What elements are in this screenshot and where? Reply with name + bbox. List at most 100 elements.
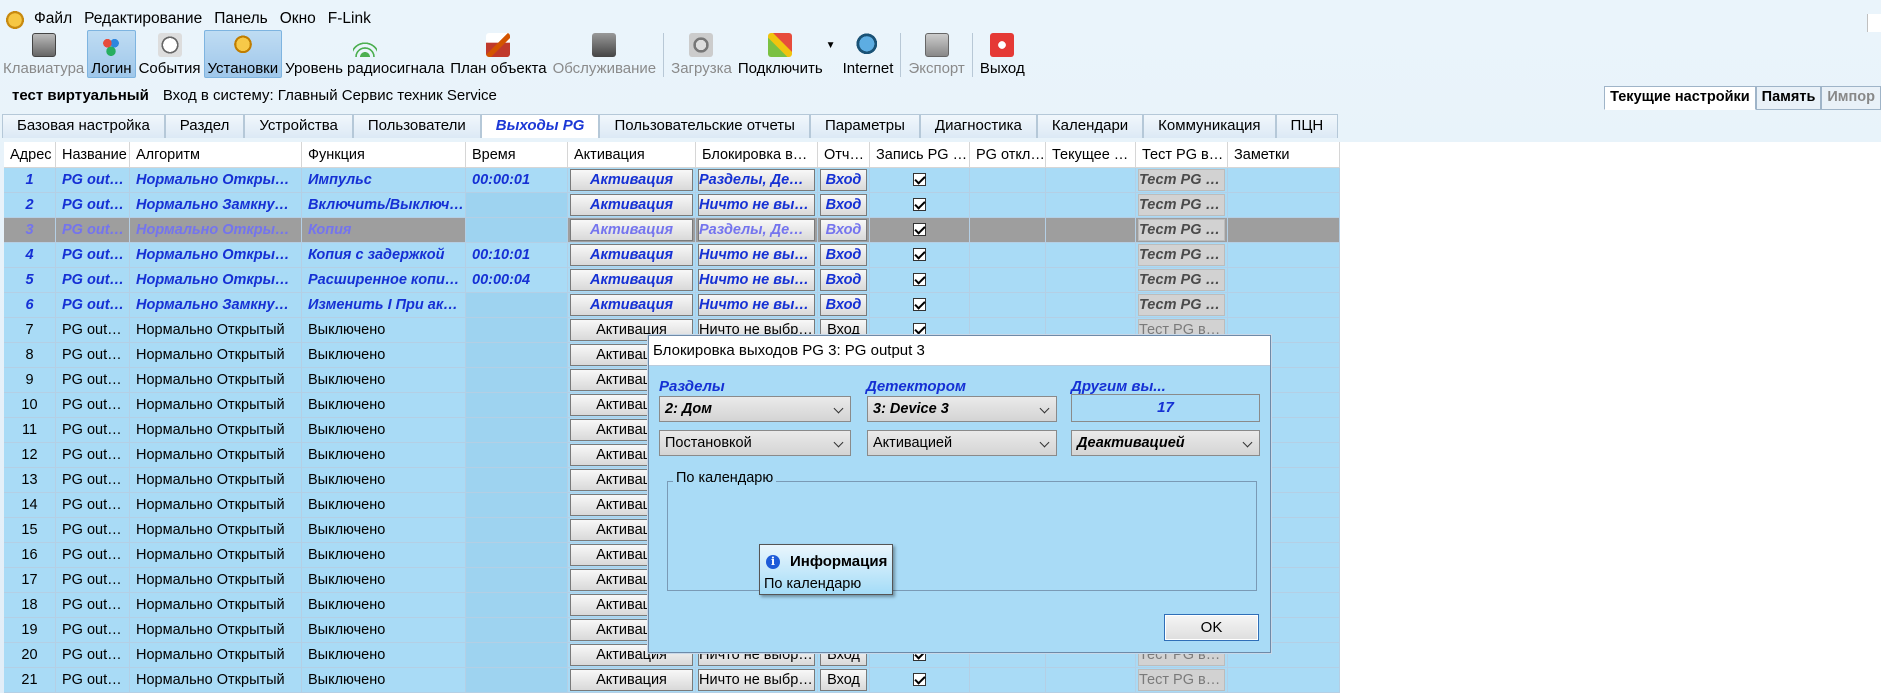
column-header[interactable]: Тест PG вых... [1136,142,1228,168]
tab-8[interactable]: Календари [1036,114,1144,138]
name-cell[interactable]: PG output ... [56,593,130,618]
function-cell[interactable]: Выключено [302,668,466,693]
time-cell[interactable] [466,193,568,218]
algorithm-cell[interactable]: Нормально Открытый [130,343,302,368]
table-row[interactable]: 4PG outpu...Нормально ОткрытыйКопия с за… [4,243,1881,268]
function-cell[interactable]: Расширенное копирова... [302,268,466,293]
column-header[interactable]: Алгоритм [130,142,302,168]
test-pg-button[interactable]: Тест PG вых... [1138,169,1225,191]
function-cell[interactable]: Выключено [302,568,466,593]
toolbar-button-3[interactable]: Установки [203,30,283,78]
tab-memory[interactable]: Память [1755,86,1822,110]
toolbar-button-6[interactable]: Обслуживание [550,30,660,78]
table-row[interactable]: 2PG outpu...Нормально ЗамкнутыйВключить/… [4,193,1881,218]
name-cell[interactable]: PG outpu... [56,193,130,218]
detector-select[interactable]: 3: Device 3 [867,396,1057,422]
column-header[interactable]: Отчеты [818,142,870,168]
tab-7[interactable]: Диагностика [919,114,1037,138]
block-button[interactable]: Разделы, Детект... [698,169,815,191]
algorithm-cell[interactable]: Нормально Открытый [130,518,302,543]
time-cell[interactable] [466,293,568,318]
function-cell[interactable]: Выключено [302,443,466,468]
name-cell[interactable]: PG outpu... [56,218,130,243]
name-cell[interactable]: PG outpu... [56,268,130,293]
test-pg-button[interactable]: Тест PG вых... [1138,269,1225,291]
time-cell[interactable] [466,518,568,543]
menu-edit[interactable]: Редактирование [80,10,210,28]
name-cell[interactable]: PG output ... [56,618,130,643]
test-pg-button[interactable]: Тест PG выхода [1138,669,1225,691]
pg-disable-cell[interactable] [970,268,1046,293]
toolbar-button-10[interactable]: Экспорт [905,30,967,78]
block-button[interactable]: Ничто не выбрано [698,244,815,266]
time-cell[interactable] [466,468,568,493]
column-header[interactable]: Запись PG в па... [870,142,970,168]
activation-button[interactable]: Активация [570,169,693,191]
table-row[interactable]: 5PG outpu...Нормально ОткрытыйРасширенно… [4,268,1881,293]
tab-9[interactable]: Коммуникация [1143,114,1276,138]
log-checkbox[interactable] [913,322,926,336]
time-cell[interactable] [466,368,568,393]
name-cell[interactable]: PG output ... [56,468,130,493]
notes-cell[interactable] [1228,668,1340,693]
time-cell[interactable] [466,668,568,693]
algorithm-cell[interactable]: Нормально Открытый [130,468,302,493]
test-pg-button[interactable]: Тест PG вых... [1138,219,1225,241]
table-row[interactable]: 6PG outpu...Нормально ЗамкнутыйИзменить … [4,293,1881,318]
function-cell[interactable]: Импульс [302,168,466,193]
test-pg-button[interactable]: Тест PG вых... [1138,194,1225,216]
name-cell[interactable]: PG output ... [56,443,130,468]
tab-0[interactable]: Базовая настройка [2,114,165,138]
partition-mode-select[interactable]: Постановкой [659,430,851,456]
tab-2[interactable]: Устройства [244,114,353,138]
function-cell[interactable]: Включить/Выключить [302,193,466,218]
column-header[interactable]: Время [466,142,568,168]
algorithm-cell[interactable]: Нормально Открытый [130,368,302,393]
algorithm-cell[interactable]: Нормально Открытый [130,243,302,268]
function-cell[interactable]: Выключено [302,518,466,543]
algorithm-cell[interactable]: Нормально Открытый [130,618,302,643]
name-cell[interactable]: PG output ... [56,643,130,668]
reports-button[interactable]: Вход [820,269,867,291]
notes-cell[interactable] [1228,218,1340,243]
tab-6[interactable]: Параметры [809,114,920,138]
function-cell[interactable]: Выключено [302,643,466,668]
toolbar-button-7[interactable]: Загрузка [668,30,735,78]
toolbar-button-9[interactable]: Internet [840,30,897,78]
algorithm-cell[interactable]: Нормально Открытый [130,218,302,243]
function-cell[interactable]: Выключено [302,593,466,618]
pg-disable-cell[interactable] [970,293,1046,318]
function-cell[interactable]: Выключено [302,418,466,443]
tab-5[interactable]: Пользовательские отчеты [599,114,810,138]
name-cell[interactable]: PG output ... [56,568,130,593]
function-cell[interactable]: Выключено [302,468,466,493]
column-header[interactable]: Активация [568,142,696,168]
function-cell[interactable]: Выключено [302,493,466,518]
menu-panel[interactable]: Панель [210,10,276,28]
time-cell[interactable]: 00:00:04 [466,268,568,293]
notes-cell[interactable] [1228,243,1340,268]
algorithm-cell[interactable]: Нормально Открытый [130,268,302,293]
function-cell[interactable]: Выключено [302,368,466,393]
algorithm-cell[interactable]: Нормально Открытый [130,568,302,593]
time-cell[interactable] [466,443,568,468]
column-header[interactable]: Функция [302,142,466,168]
test-pg-button[interactable]: Тест PG вых... [1138,294,1225,316]
notes-cell[interactable] [1228,168,1340,193]
time-cell[interactable] [466,343,568,368]
pg-disable-cell[interactable] [970,668,1046,693]
block-button[interactable]: Ничто не выбрано [698,269,815,291]
algorithm-cell[interactable]: Нормально Открытый [130,493,302,518]
time-cell[interactable] [466,543,568,568]
column-header[interactable]: Адрес [4,142,56,168]
time-cell[interactable] [466,318,568,343]
toolbar-button-2[interactable]: События [136,30,204,78]
algorithm-cell[interactable]: Нормально Открытый [130,393,302,418]
column-header[interactable]: Текущее сос... [1046,142,1136,168]
block-button[interactable]: Ничто не выбрано [698,669,815,691]
name-cell[interactable]: PG output ... [56,668,130,693]
function-cell[interactable]: Изменить I При активац... [302,293,466,318]
time-cell[interactable] [466,218,568,243]
log-checkbox[interactable] [913,222,926,236]
time-cell[interactable] [466,493,568,518]
